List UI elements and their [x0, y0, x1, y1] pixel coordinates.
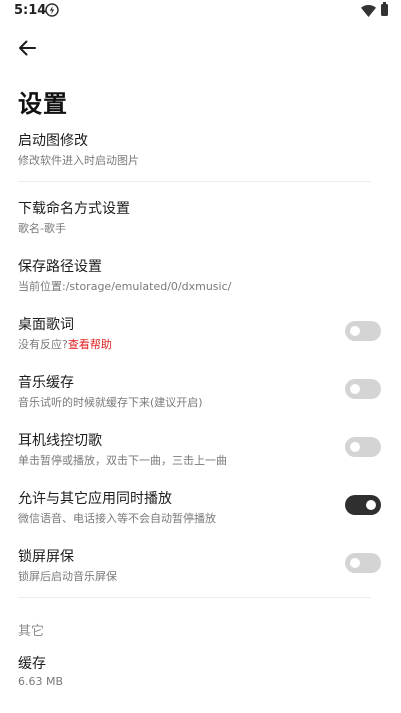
setting-title: 缓存	[18, 656, 46, 672]
setting-title: 音乐缓存	[18, 375, 74, 391]
lock-screen-toggle[interactable]	[345, 553, 381, 573]
setting-subtitle: 歌名-歌手	[18, 222, 66, 235]
setting-title: 启动图修改	[18, 133, 88, 149]
divider	[18, 181, 371, 182]
setting-title: 下载命名方式设置	[18, 201, 130, 217]
flash-icon	[45, 3, 59, 17]
section-header-other: 其它	[18, 624, 45, 639]
toggle-knob	[350, 384, 360, 394]
back-button[interactable]	[12, 33, 42, 63]
setting-subtitle: 单击暂停或播放，双击下一曲，三击上一曲	[18, 454, 227, 467]
setting-title: 锁屏屏保	[18, 549, 74, 565]
divider	[18, 597, 371, 598]
setting-headset-control[interactable]: 耳机线控切歌 单击暂停或播放，双击下一曲，三击上一曲	[0, 426, 401, 476]
setting-subtitle: 微信语音、电话接入等不会自动暂停播放	[18, 512, 216, 525]
toggle-knob	[350, 326, 360, 336]
status-time: 5:14	[14, 3, 47, 18]
no-response-text: 没有反应?	[18, 338, 68, 351]
setting-lock-screen[interactable]: 锁屏屏保 锁屏后启动音乐屏保	[0, 542, 401, 592]
music-cache-toggle[interactable]	[345, 379, 381, 399]
setting-download-naming[interactable]: 下载命名方式设置 歌名-歌手	[0, 194, 401, 244]
setting-title: 保存路径设置	[18, 259, 102, 275]
setting-title: 允许与其它应用同时播放	[18, 491, 172, 507]
toggle-knob	[366, 500, 376, 510]
setting-subtitle: 锁屏后启动音乐屏保	[18, 570, 117, 583]
arrow-left-icon	[19, 40, 36, 56]
toggle-knob	[350, 442, 360, 452]
setting-subtitle: 当前位置:/storage/emulated/0/dxmusic/	[18, 280, 232, 293]
setting-music-cache[interactable]: 音乐缓存 音乐试听的时候就缓存下来(建议开启)	[0, 368, 401, 418]
status-bar: 5:14	[0, 0, 401, 24]
desktop-lyrics-toggle[interactable]	[345, 321, 381, 341]
mix-playback-toggle[interactable]	[345, 495, 381, 515]
setting-subtitle: 音乐试听的时候就缓存下来(建议开启)	[18, 396, 203, 409]
headset-control-toggle[interactable]	[345, 437, 381, 457]
battery-icon	[381, 2, 388, 16]
setting-title: 耳机线控切歌	[18, 433, 102, 449]
setting-title: 桌面歌词	[18, 317, 74, 333]
setting-desktop-lyrics[interactable]: 桌面歌词 没有反应?查看帮助	[0, 310, 401, 360]
setting-cache[interactable]: 缓存 6.63 MB	[0, 650, 401, 700]
setting-startup-image[interactable]: 启动图修改 修改软件进入时启动图片	[0, 126, 401, 176]
setting-mix-playback[interactable]: 允许与其它应用同时播放 微信语音、电话接入等不会自动暂停播放	[0, 484, 401, 534]
setting-subtitle: 修改软件进入时启动图片	[18, 154, 139, 167]
setting-save-path[interactable]: 保存路径设置 当前位置:/storage/emulated/0/dxmusic/	[0, 252, 401, 302]
setting-subtitle: 没有反应?查看帮助	[18, 336, 112, 352]
view-help-link[interactable]: 查看帮助	[68, 338, 112, 351]
page-title: 设置	[18, 90, 68, 118]
toggle-knob	[350, 558, 360, 568]
wifi-icon	[361, 5, 376, 17]
cache-size: 6.63 MB	[18, 675, 64, 688]
